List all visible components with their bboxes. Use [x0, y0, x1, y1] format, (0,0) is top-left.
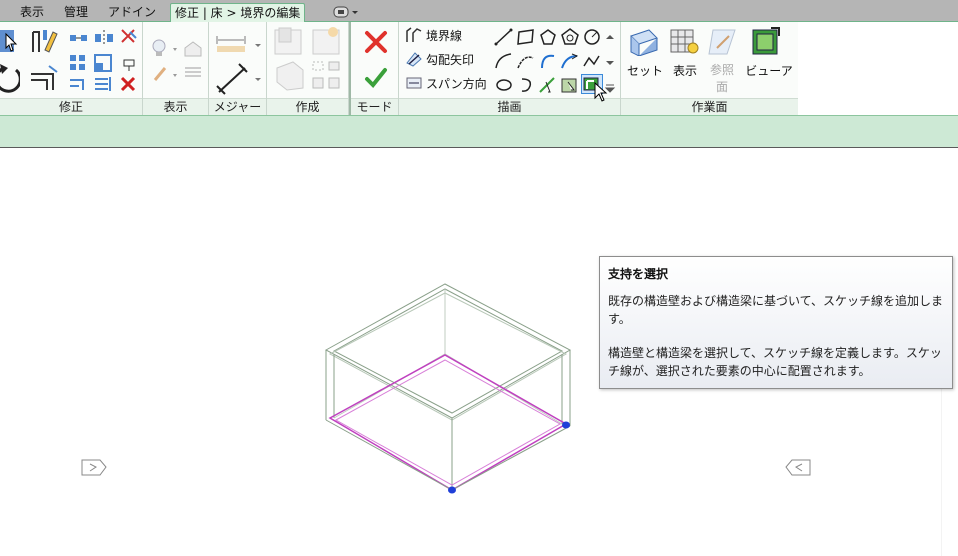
- panel-work-plane: セット 表示 参照面 ビューア 作業面: [621, 22, 798, 115]
- panel-label-create: 作成: [267, 98, 348, 115]
- span-direction-icon[interactable]: [405, 75, 423, 91]
- panel-label-view: 表示: [143, 98, 208, 115]
- panel-create: 作成: [267, 22, 349, 115]
- mirror-icon[interactable]: [94, 30, 114, 46]
- linework-icon[interactable]: [151, 64, 181, 84]
- create-group-icon[interactable]: [311, 26, 343, 56]
- tooltip-title: 支持を選択: [608, 267, 669, 281]
- scale-icon[interactable]: [94, 54, 112, 72]
- drawing-area[interactable]: 支持を選択 既存の構造壁および構造梁に基づいて、スケッチ線を追加します。 構造壁…: [0, 148, 958, 556]
- ribbon-tab-bar: 表示 管理 アドイン 修正 | 床 > 境界の編集: [0, 0, 958, 22]
- span-direction-button[interactable]: スパン方向: [426, 75, 487, 92]
- walls-base-lines: [325, 419, 571, 491]
- panel-modify: 修正: [0, 22, 143, 115]
- slope-arrow-button[interactable]: 勾配矢印: [426, 51, 474, 68]
- endpoint-grip[interactable]: [562, 421, 570, 429]
- hide-bulb-icon[interactable]: [151, 38, 181, 58]
- partial-ellipse-icon[interactable]: [516, 76, 536, 94]
- create-parts-icon[interactable]: [273, 26, 305, 56]
- create-similar-icon[interactable]: [273, 60, 305, 92]
- mouse-cursor-icon: [594, 82, 608, 102]
- set-work-plane-icon[interactable]: [629, 26, 659, 56]
- panel-draw: 境界線 勾配矢印 スパン方向 描画: [399, 22, 621, 115]
- copy-to-clipboard-icon[interactable]: [311, 60, 343, 92]
- split-icon[interactable]: [120, 28, 138, 46]
- line-icon[interactable]: [494, 28, 514, 46]
- pin-icon[interactable]: [120, 54, 138, 72]
- ellipse-icon[interactable]: [494, 76, 514, 94]
- trim-single-icon[interactable]: [69, 76, 87, 92]
- walls-wireframe[interactable]: [324, 283, 572, 488]
- tooltip-details: 構造壁と構造梁を選択して、スケッチ線を定義します。スケッチ線が、選択された要素の…: [608, 346, 942, 378]
- panel-toggle-icon[interactable]: [333, 5, 359, 19]
- spline-icon[interactable]: [582, 52, 602, 70]
- set-work-plane-button[interactable]: セット: [625, 62, 665, 79]
- aligned-dimension-icon[interactable]: [215, 62, 265, 96]
- elevation-marker-left[interactable]: [81, 459, 107, 476]
- panel-label-draw: 描画: [399, 98, 620, 115]
- trim-multiple-icon[interactable]: [94, 76, 112, 92]
- offset-icon[interactable]: [69, 30, 89, 46]
- tangent-end-arc-icon[interactable]: [538, 52, 558, 70]
- delete-icon[interactable]: [120, 76, 136, 92]
- slope-arrow-icon[interactable]: [405, 51, 423, 67]
- viewer-icon[interactable]: [751, 26, 781, 56]
- fillet-arc-icon[interactable]: [560, 52, 580, 70]
- panel-label-work-plane: 作業面: [621, 98, 798, 115]
- circumscribed-polygon-icon[interactable]: [560, 28, 580, 46]
- inscribed-polygon-icon[interactable]: [538, 28, 558, 46]
- reference-plane-icon[interactable]: [707, 26, 737, 56]
- cancel-edit-icon[interactable]: [364, 30, 388, 54]
- override-graphics-icon[interactable]: [183, 38, 203, 58]
- panel-label-measure: メジャー: [209, 98, 266, 115]
- boundary-line-button[interactable]: 境界線: [426, 27, 462, 44]
- panel-label-mode: モード: [351, 98, 398, 115]
- tab-modify-floor-boundary[interactable]: 修正 | 床 > 境界の編集: [170, 3, 306, 22]
- options-bar: [0, 115, 958, 148]
- reference-plane-button[interactable]: 参照面: [707, 62, 737, 96]
- panel-measure: メジャー: [209, 22, 267, 115]
- elevation-marker-right[interactable]: [785, 459, 811, 476]
- draw-gallery-scroll-down-icon[interactable]: [604, 58, 616, 68]
- endpoint-grip[interactable]: [448, 486, 456, 494]
- show-work-plane-button[interactable]: 表示: [665, 62, 705, 79]
- measure-distance-icon[interactable]: [215, 34, 265, 56]
- panel-label-modify: 修正: [0, 98, 142, 115]
- tab-manage[interactable]: 管理: [60, 3, 92, 22]
- select-icon[interactable]: [0, 28, 20, 56]
- start-end-radius-arc-icon[interactable]: [494, 52, 514, 70]
- rectangle-icon[interactable]: [516, 28, 536, 46]
- tab-view[interactable]: 表示: [16, 3, 48, 22]
- pick-walls-icon[interactable]: [560, 76, 580, 94]
- ribbon: 修正 表示 メジャー 作成 モード 境界線 勾配矢印 スパン方向 描画 セット …: [0, 22, 798, 115]
- tab-addins[interactable]: アドイン: [104, 3, 160, 22]
- draw-gallery-scroll-up-icon[interactable]: [604, 32, 616, 42]
- rotate-icon[interactable]: [0, 64, 20, 94]
- boundary-line-icon[interactable]: [405, 27, 423, 43]
- finish-edit-icon[interactable]: [364, 66, 388, 90]
- tooltip-pick-supports: 支持を選択 既存の構造壁および構造梁に基づいて、スケッチ線を追加します。 構造壁…: [599, 256, 953, 389]
- show-work-plane-icon[interactable]: [669, 26, 699, 56]
- array-icon[interactable]: [69, 54, 87, 72]
- tooltip-description: 既存の構造壁および構造梁に基づいて、スケッチ線を追加します。: [608, 294, 944, 326]
- panel-view: 表示: [143, 22, 209, 115]
- floor-boundary-sketch[interactable]: [328, 354, 568, 491]
- circle-icon[interactable]: [582, 28, 602, 46]
- paint-icon[interactable]: [183, 64, 203, 84]
- align-icon[interactable]: [29, 28, 59, 56]
- viewer-button[interactable]: ビューア: [743, 62, 795, 79]
- panel-mode: モード: [349, 22, 399, 115]
- trim-extend-icon[interactable]: [29, 64, 59, 92]
- pick-lines-icon[interactable]: [538, 76, 558, 94]
- center-ends-arc-icon[interactable]: [516, 52, 536, 70]
